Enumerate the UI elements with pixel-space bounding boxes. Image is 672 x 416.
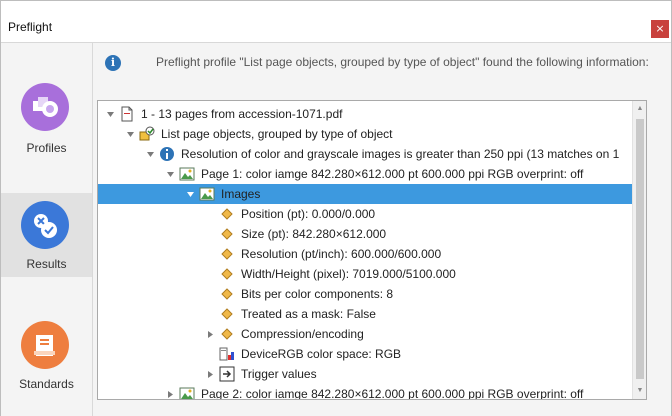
tree-row-label: Resolution of color and grayscale images… (181, 147, 620, 161)
profiles-icon (21, 83, 69, 131)
tree-row[interactable]: List page objects, grouped by type of ob… (98, 124, 632, 144)
info-icon: i (105, 55, 121, 71)
info-icon (160, 147, 174, 161)
expand-arrow-down-icon[interactable] (106, 110, 115, 119)
diamond-icon (221, 228, 233, 240)
image-icon (179, 387, 195, 399)
sidebar-item-label: Results (26, 257, 67, 271)
colorspace-icon (219, 347, 234, 361)
image-icon (179, 167, 195, 181)
tree-row-label: Width/Height (pixel): 7019.000/5100.000 (241, 267, 456, 281)
tree-row[interactable]: Treated as a mask: False (98, 304, 632, 324)
tree-row-label: DeviceRGB color space: RGB (241, 347, 402, 361)
profile-icon (139, 126, 155, 141)
tree-row[interactable]: 1 - 13 pages from accession-1071.pdf (98, 104, 632, 124)
tree-row-label: Size (pt): 842.280×612.000 (241, 227, 387, 241)
expand-arrow-right-icon[interactable] (166, 390, 175, 399)
tree-row[interactable]: DeviceRGB color space: RGB (98, 344, 632, 364)
tree-row-label: 1 - 13 pages from accession-1071.pdf (141, 107, 343, 121)
window-title: Preflight (8, 20, 53, 34)
tree-row[interactable]: Resolution (pt/inch): 600.000/600.000 (98, 244, 632, 264)
tree-row[interactable]: Resolution of color and grayscale images… (98, 144, 632, 164)
standards-icon (21, 321, 69, 369)
page-icon (121, 106, 133, 122)
tree-row-label: Position (pt): 0.000/0.000 (241, 207, 376, 221)
diamond-icon (221, 248, 233, 260)
tree-row[interactable]: Size (pt): 842.280×612.000 (98, 224, 632, 244)
sidebar-item-standards[interactable]: Standards (1, 311, 92, 395)
vertical-scrollbar[interactable]: ▲ ▼ (632, 101, 646, 399)
tree-row-label: Trigger values (241, 367, 317, 381)
tree-row-label: Page 2: color iamge 842.280×612.000 pt 6… (201, 387, 584, 400)
sidebar: Profiles Results Standards (1, 43, 93, 416)
sidebar-item-label: Standards (19, 377, 74, 391)
expand-arrow-down-icon[interactable] (166, 170, 175, 179)
trigger-icon (219, 366, 235, 382)
expand-arrow-right-icon[interactable] (206, 370, 215, 379)
scroll-down-icon[interactable]: ▼ (636, 387, 644, 395)
sidebar-item-results[interactable]: Results (1, 193, 92, 277)
close-button[interactable]: × (651, 20, 669, 38)
tree-row-label: List page objects, grouped by type of ob… (161, 127, 393, 141)
scroll-up-icon[interactable]: ▲ (636, 105, 644, 113)
expand-arrow-down-icon[interactable] (146, 150, 155, 159)
tree-row-label: Page 1: color iamge 842.280×612.000 pt 6… (201, 167, 584, 181)
diamond-icon (221, 308, 233, 320)
diamond-icon (221, 208, 233, 220)
tree-row[interactable]: Trigger values (98, 364, 632, 384)
tree-row-label: Treated as a mask: False (241, 307, 376, 321)
tree-row[interactable]: Images (98, 184, 632, 204)
diamond-icon (221, 288, 233, 300)
result-message: Preflight profile "List page objects, gr… (156, 55, 649, 69)
results-tree[interactable]: 1 - 13 pages from accession-1071.pdf List… (97, 100, 647, 400)
image-icon (199, 187, 215, 201)
tree-row-label: Bits per color components: 8 (241, 287, 394, 301)
results-icon (21, 201, 69, 249)
tree-row[interactable]: Bits per color components: 8 (98, 284, 632, 304)
diamond-icon (221, 268, 233, 280)
tree-row-label: Images (221, 187, 261, 201)
diamond-icon (221, 328, 233, 340)
sidebar-item-label: Profiles (26, 141, 67, 155)
title-bar: Preflight × (1, 1, 671, 43)
tree-row-label: Resolution (pt/inch): 600.000/600.000 (241, 247, 442, 261)
tree-row[interactable]: Page 2: color iamge 842.280×612.000 pt 6… (98, 384, 632, 400)
expand-arrow-right-icon[interactable] (206, 330, 215, 339)
tree-row[interactable]: Page 1: color iamge 842.280×612.000 pt 6… (98, 164, 632, 184)
scrollbar-thumb[interactable] (636, 119, 644, 379)
expand-arrow-down-icon[interactable] (186, 190, 195, 199)
tree-row[interactable]: Position (pt): 0.000/0.000 (98, 204, 632, 224)
expand-arrow-down-icon[interactable] (126, 130, 135, 139)
sidebar-item-profiles[interactable]: Profiles (1, 73, 92, 157)
tree-row[interactable]: Width/Height (pixel): 7019.000/5100.000 (98, 264, 632, 284)
tree-row[interactable]: Compression/encoding (98, 324, 632, 344)
tree-row-label: Compression/encoding (241, 327, 364, 341)
